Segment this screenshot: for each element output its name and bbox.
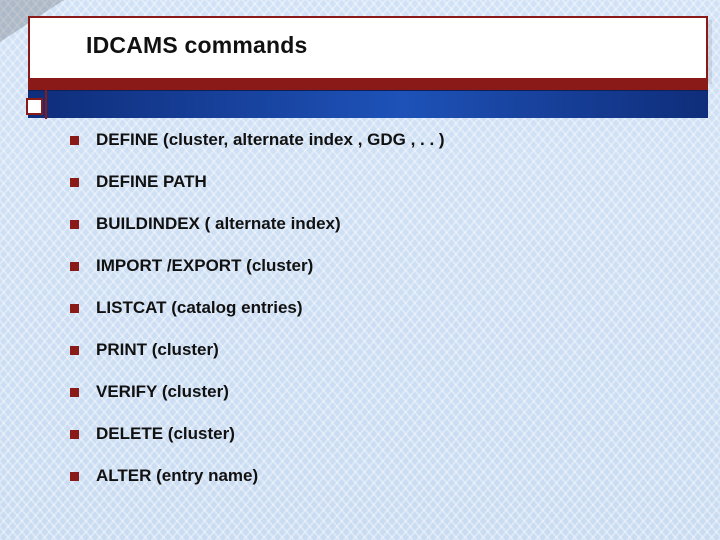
list-item: LISTCAT (catalog entries) (70, 298, 680, 318)
list-item: BUILDINDEX ( alternate index) (70, 214, 680, 234)
side-marker-box (26, 98, 43, 115)
list-item: VERIFY (cluster) (70, 382, 680, 402)
content-area: DEFINE (cluster, alternate index , GDG ,… (70, 130, 680, 508)
list-item: IMPORT /EXPORT (cluster) (70, 256, 680, 276)
title-frame: IDCAMS commands (28, 16, 708, 80)
blue-band (28, 90, 708, 118)
list-item: DEFINE (cluster, alternate index , GDG ,… (70, 130, 680, 150)
slide-title: IDCAMS commands (30, 18, 706, 59)
list-item: DEFINE PATH (70, 172, 680, 192)
list-item: ALTER (entry name) (70, 466, 680, 486)
command-list: DEFINE (cluster, alternate index , GDG ,… (70, 130, 680, 486)
list-item: DELETE (cluster) (70, 424, 680, 444)
side-connector (45, 81, 47, 119)
list-item: PRINT (cluster) (70, 340, 680, 360)
accent-strip (28, 80, 708, 90)
